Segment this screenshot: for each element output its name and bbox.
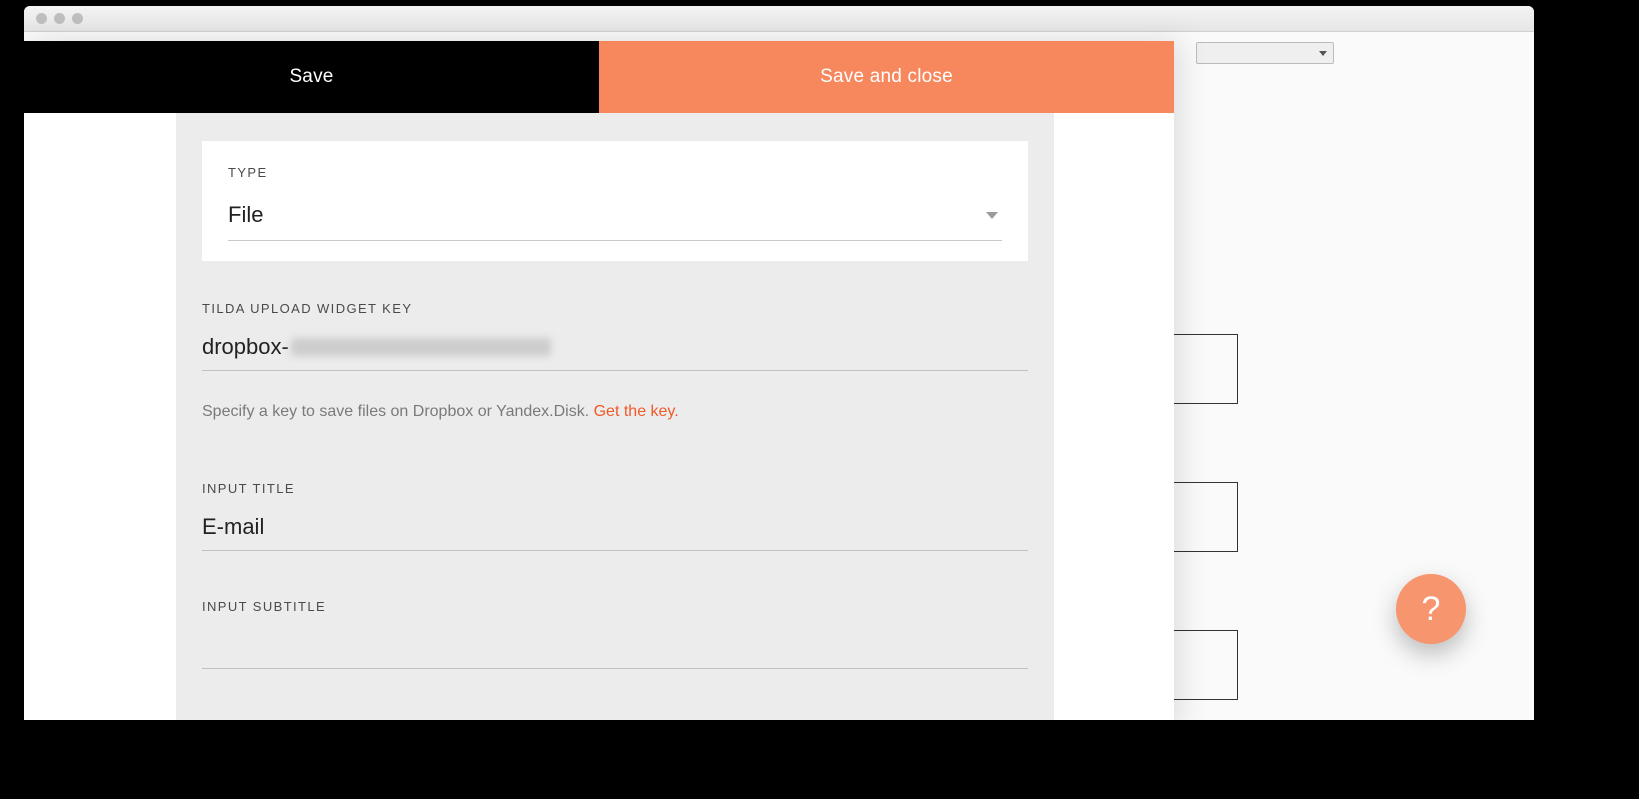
app-body: Save Save and close TYPE File TILDA UPLO… (24, 32, 1534, 720)
field-editor-modal: Save Save and close TYPE File TILDA UPLO… (24, 41, 1174, 720)
modal-content: TYPE File TILDA UPLOAD WIDGET KEY dropbo… (176, 113, 1054, 720)
input-title-input[interactable] (202, 514, 1028, 551)
help-button[interactable]: ? (1396, 574, 1466, 644)
window-zoom-dot[interactable] (72, 13, 83, 24)
modal-left-gutter (24, 113, 176, 720)
window-titlebar (24, 6, 1534, 32)
type-select[interactable]: File (228, 202, 1002, 241)
modal-header: Save Save and close (24, 41, 1174, 113)
app-window: Save Save and close TYPE File TILDA UPLO… (24, 6, 1534, 720)
input-title-field: INPUT TITLE (202, 481, 1028, 551)
upload-key-field: TILDA UPLOAD WIDGET KEY dropbox- Specify… (202, 301, 1028, 421)
window-minimize-dot[interactable] (54, 13, 65, 24)
variable-name-label: VARIABLE NAME (202, 717, 1028, 720)
upload-key-label: TILDA UPLOAD WIDGET KEY (202, 301, 1028, 316)
input-title-label: INPUT TITLE (202, 481, 1028, 496)
upload-key-hint-text: Specify a key to save files on Dropbox o… (202, 403, 594, 420)
type-select-value: File (228, 202, 263, 228)
upload-key-input[interactable]: dropbox- (202, 334, 1028, 371)
type-label: TYPE (228, 165, 1002, 180)
upload-key-hint: Specify a key to save files on Dropbox o… (202, 403, 1028, 421)
chevron-down-icon (986, 212, 998, 219)
window-close-dot[interactable] (36, 13, 47, 24)
type-card: TYPE File (202, 141, 1028, 261)
input-subtitle-field: INPUT SUBTITLE (202, 599, 1028, 669)
save-and-close-button[interactable]: Save and close (599, 41, 1174, 113)
question-mark-icon: ? (1422, 590, 1441, 629)
background-dropdown[interactable] (1196, 42, 1334, 64)
upload-key-prefix: dropbox- (202, 334, 289, 360)
chevron-down-icon (1319, 51, 1327, 56)
get-the-key-link[interactable]: Get the key. (594, 403, 679, 420)
input-subtitle-label: INPUT SUBTITLE (202, 599, 1028, 614)
save-button[interactable]: Save (24, 41, 599, 113)
upload-key-redacted (291, 338, 551, 356)
variable-name-field: VARIABLE NAME (202, 717, 1028, 720)
input-subtitle-input[interactable] (202, 632, 1028, 669)
